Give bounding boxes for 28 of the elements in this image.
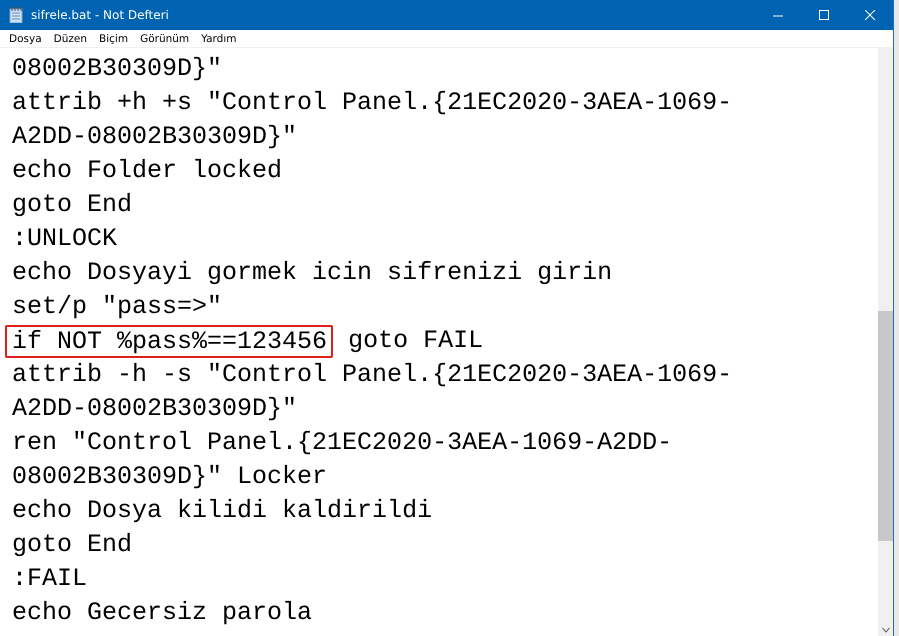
code-line: echo Gecersiz parola	[11, 597, 314, 629]
code-line: echo Folder locked	[11, 155, 284, 187]
scrollbar-thumb[interactable]	[878, 311, 893, 541]
code-line: 08002B30309D}" Locker	[11, 461, 328, 493]
menu-item[interactable]: Görünüm	[134, 32, 196, 44]
code-line: A2DD-08002B30309D}"	[11, 393, 298, 425]
code-line: ren "Control Panel.{21EC2020-3AEA-1069-A2DD-	[11, 427, 674, 459]
menu-item[interactable]: Biçim	[93, 32, 134, 44]
menu-item[interactable]: Yardım	[195, 32, 242, 44]
scrollbar[interactable]	[878, 48, 893, 636]
code-line: attrib +h +s "Control Panel.{21EC2020-3AEA-1069-	[11, 87, 734, 119]
code-line: if NOT %pass%==123456 goto FAIL	[5, 324, 878, 358]
code-line: goto End	[11, 529, 134, 561]
maximize-icon	[818, 10, 830, 20]
code-line: 08002B30309D}"	[11, 53, 224, 85]
code-line: :FAIL	[11, 563, 88, 595]
menu-item[interactable]: Dosya	[3, 32, 48, 44]
code-line: echo Dosya kilidi kaldirildi	[11, 495, 434, 527]
window-title: sifrele.bat - Not Defteri	[31, 8, 170, 22]
code-line: goto End	[11, 189, 134, 221]
code-line: A2DD-08002B30309D}"	[11, 121, 298, 153]
code-line: :UNLOCK	[11, 223, 118, 255]
notepad-icon	[9, 7, 23, 23]
code-line: attrib -h -s "Control Panel.{21EC2020-3AEA-1069-	[11, 359, 734, 391]
menu-item[interactable]: Düzen	[48, 32, 94, 44]
close-icon	[864, 10, 876, 20]
code-line: set/p "pass=>"	[11, 291, 224, 323]
code-line: echo Dosyayi gormek icin sifrenizi girin	[11, 257, 614, 289]
